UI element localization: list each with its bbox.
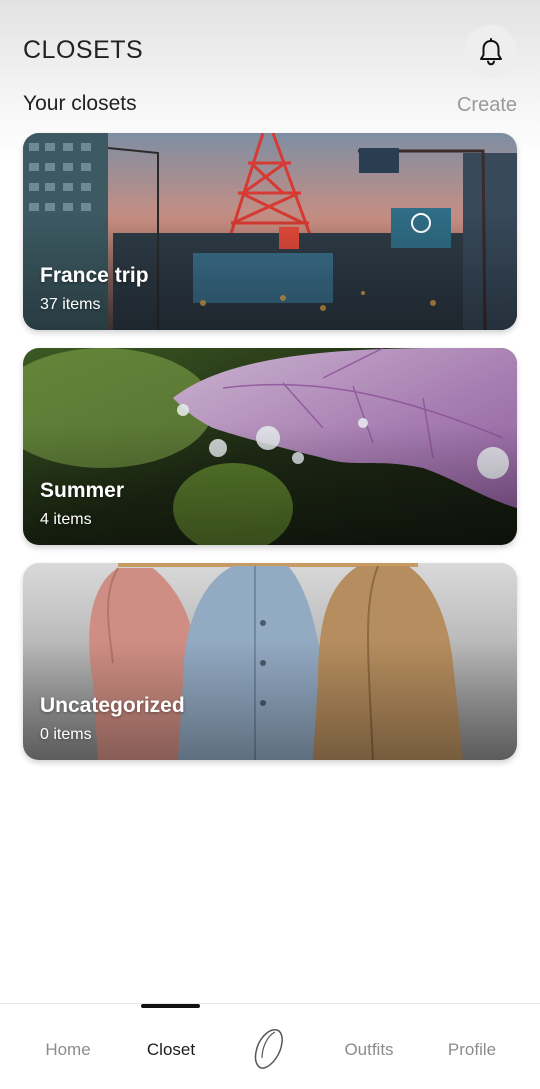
closet-card-summer[interactable]: Summer 4 items: [23, 348, 517, 545]
page-title: CLOSETS: [23, 36, 144, 64]
create-closet-button[interactable]: Create: [457, 94, 517, 117]
nav-item-outfits[interactable]: Outfits: [344, 1040, 393, 1060]
nav-item-closet[interactable]: Closet: [147, 1040, 195, 1060]
closet-name: Summer: [40, 479, 125, 502]
active-tab-indicator: [141, 1004, 200, 1008]
app-logo-icon[interactable]: [250, 1026, 288, 1072]
bottom-navigation: Home Closet Outfits Profile: [0, 1003, 540, 1089]
header: CLOSETS Your closets Create: [0, 0, 540, 130]
closet-item-count: 37 items: [40, 296, 101, 313]
nav-item-profile[interactable]: Profile: [448, 1040, 496, 1060]
nav-item-home[interactable]: Home: [45, 1040, 90, 1060]
closet-card-france-trip[interactable]: France trip 37 items: [23, 133, 517, 330]
closet-name: Uncategorized: [40, 694, 185, 717]
notifications-button[interactable]: [464, 25, 517, 78]
closet-item-count: 0 items: [40, 726, 92, 743]
bell-icon: [479, 37, 502, 65]
closet-name: France trip: [40, 264, 149, 287]
closet-card-uncategorized[interactable]: Uncategorized 0 items: [23, 563, 517, 760]
section-heading: Your closets: [23, 92, 137, 115]
closet-item-count: 4 items: [40, 511, 92, 528]
